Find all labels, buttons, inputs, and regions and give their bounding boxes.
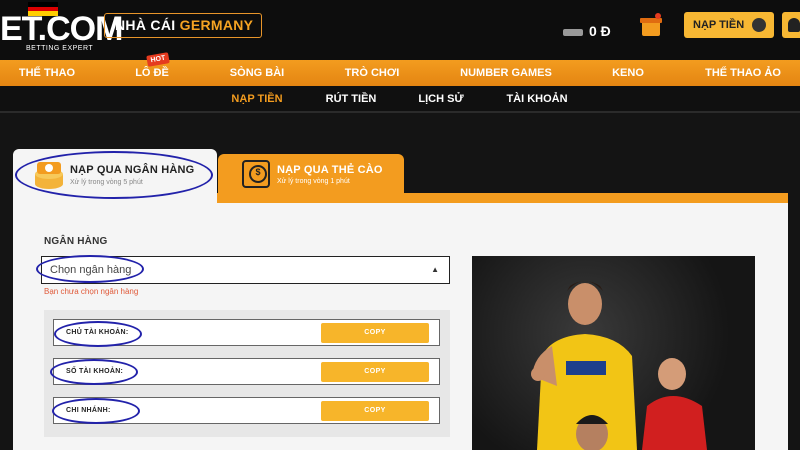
bank-label: NGÂN HÀNG <box>44 236 108 247</box>
coins-icon <box>35 162 63 189</box>
tab-card-deposit[interactable]: NẠP QUA THẺ CÀO Xử lý trong vòng 1 phút <box>218 154 404 193</box>
brand-badge-prefix: NHÀ CÁI <box>115 17 180 33</box>
tab-bank-title: NẠP QUA NGÂN HÀNG <box>70 164 195 176</box>
bank-select-value: Chọn ngân hàng <box>50 264 132 276</box>
brand-badge: NHÀ CÁI GERMANY <box>104 13 262 38</box>
nav-item-the-thao[interactable]: THỂ THAO <box>19 60 75 86</box>
copy-account-number-button[interactable]: COPY <box>321 362 429 382</box>
account-holder-label: CHỦ TÀI KHOẢN: <box>66 329 129 336</box>
football-players-illustration <box>531 281 707 450</box>
phone-card-icon <box>242 160 270 188</box>
deposit-button-label: NẠP TIỀN <box>693 19 745 31</box>
balance-display: 0 Đ <box>563 23 611 39</box>
nav-item-the-thao-ao[interactable]: THỂ THAO ẢO <box>705 60 781 86</box>
user-menu-button[interactable] <box>782 12 800 38</box>
sub-navigation: NẠP TIỀN RÚT TIỀN LỊCH SỬ TÀI KHOẢN <box>0 86 800 113</box>
nav-item-tro-choi[interactable]: TRÒ CHƠI <box>345 60 400 86</box>
subnav-item-tai-khoan[interactable]: TÀI KHOẢN <box>506 86 567 113</box>
tab-bank-deposit[interactable]: NẠP QUA NGÂN HÀNG Xử lý trong vòng 5 phú… <box>13 149 217 204</box>
logo-subtitle: BETTING EXPERT <box>26 45 94 52</box>
account-number-row: SỐ TÀI KHOẢN: COPY <box>53 358 440 385</box>
site-logo[interactable]: ET.COM BETTING EXPERT <box>0 0 123 60</box>
subnav-item-nap-tien[interactable]: NẠP TIỀN <box>231 86 282 113</box>
user-icon <box>788 18 800 32</box>
gift-icon[interactable] <box>639 12 663 38</box>
copy-account-holder-button[interactable]: COPY <box>321 323 429 343</box>
promo-image <box>472 256 755 450</box>
balance-value: 0 Đ <box>589 23 611 39</box>
bank-select[interactable]: Chọn ngân hàng ▲ <box>41 256 450 284</box>
nav-item-keno[interactable]: KENO <box>612 60 644 86</box>
tab-bank-subtitle: Xử lý trong vòng 5 phút <box>70 179 143 186</box>
top-header: ET.COM BETTING EXPERT NHÀ CÁI GERMANY 0 … <box>0 0 800 60</box>
account-holder-row: CHỦ TÀI KHOẢN: COPY <box>53 319 440 346</box>
piggy-bank-icon <box>752 18 766 32</box>
branch-label: CHI NHÁNH: <box>66 407 111 414</box>
subnav-item-lich-su[interactable]: LỊCH SỬ <box>418 86 463 113</box>
tab-card-subtitle: Xử lý trong vòng 1 phút <box>277 178 350 185</box>
nav-item-song-bai[interactable]: SÒNG BÀI <box>230 60 284 86</box>
copy-branch-button[interactable]: COPY <box>321 401 429 421</box>
wallet-icon <box>563 28 583 36</box>
account-number-label: SỐ TÀI KHOẢN: <box>66 368 124 375</box>
bank-error-message: Bạn chưa chọn ngân hàng <box>44 287 139 296</box>
branch-row: CHI NHÁNH: COPY <box>53 397 440 424</box>
select-arrows-icon: ▲ <box>431 265 439 274</box>
deposit-button[interactable]: NẠP TIỀN <box>684 12 774 38</box>
tab-card-title: NẠP QUA THẺ CÀO <box>277 164 383 176</box>
tab-underline <box>217 193 788 203</box>
subnav-item-rut-tien[interactable]: RÚT TIỀN <box>326 86 377 113</box>
main-navigation: THỂ THAO LÔ ĐỀ SÒNG BÀI TRÒ CHƠI NUMBER … <box>0 60 800 86</box>
nav-item-number-games[interactable]: NUMBER GAMES <box>460 60 552 86</box>
brand-badge-highlight: GERMANY <box>179 17 254 33</box>
